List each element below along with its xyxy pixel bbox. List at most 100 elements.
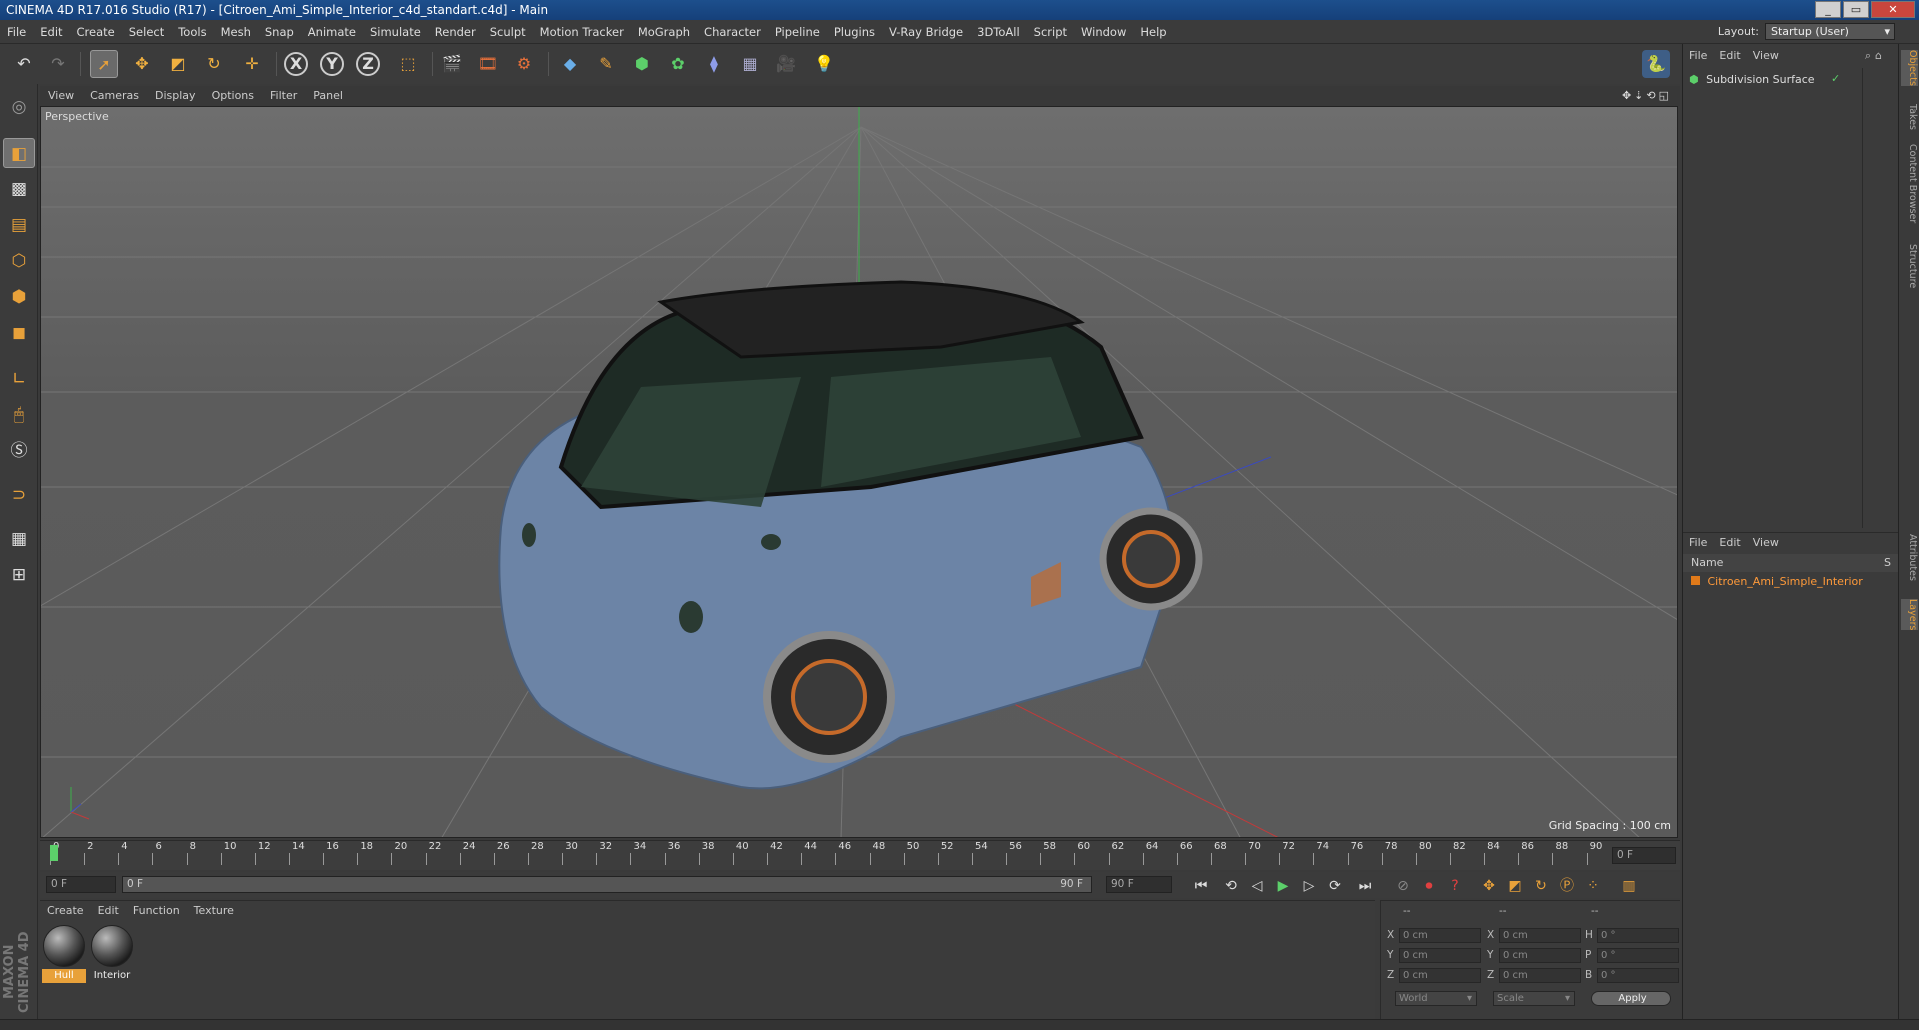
next-key-icon[interactable]: ⟳ <box>1324 875 1346 897</box>
objects-menu-edit[interactable]: Edit <box>1713 46 1746 66</box>
object-row[interactable]: ⬢ Subdivision Surface <box>1689 72 1815 88</box>
previous-key-icon[interactable]: ⟲ <box>1220 875 1242 897</box>
tweak-mode-icon[interactable]: 🖱 <box>3 400 35 430</box>
make-editable-icon[interactable]: ◎ <box>3 92 35 122</box>
previous-frame-icon[interactable]: ◁ <box>1246 875 1268 897</box>
axis-mode-icon[interactable]: ∟ <box>3 364 35 394</box>
workplane-lock-icon[interactable]: ▦ <box>3 524 35 554</box>
material-menu-texture[interactable]: Texture <box>187 901 241 921</box>
menu-tools[interactable]: Tools <box>171 20 213 44</box>
layers-menu-edit[interactable]: Edit <box>1713 533 1746 553</box>
snap-icon[interactable]: Ⓢ <box>3 436 35 466</box>
objects-menu-file[interactable]: File <box>1683 46 1713 66</box>
viewport-menu-cameras[interactable]: Cameras <box>82 86 147 106</box>
menu-sculpt[interactable]: Sculpt <box>483 20 533 44</box>
tab-structure[interactable]: Structure <box>1901 244 1918 288</box>
maximize-button[interactable]: ▭ <box>1843 1 1869 18</box>
tab-content-browser[interactable]: Content Browser <box>1901 144 1918 223</box>
go-to-start-icon[interactable]: ⏮ <box>1190 875 1212 897</box>
render-settings-icon[interactable]: ⚙ <box>510 50 538 78</box>
viewport-menu-view[interactable]: View <box>40 86 82 106</box>
keyframe-icon[interactable]: ⊘ <box>1392 875 1414 897</box>
timeline-window-icon[interactable]: ▥ <box>1618 875 1640 897</box>
key-param-icon[interactable]: Ⓟ <box>1556 875 1578 897</box>
rotation-b-field[interactable]: 0 ° <box>1597 968 1679 983</box>
rotation-p-field[interactable]: 0 ° <box>1597 948 1679 963</box>
model-mode-icon[interactable]: ◧ <box>3 138 35 168</box>
objects-menu-view[interactable]: View <box>1747 46 1785 66</box>
menu-create[interactable]: Create <box>70 20 122 44</box>
play-icon[interactable]: ▶ <box>1272 875 1294 897</box>
menu-select[interactable]: Select <box>122 20 171 44</box>
menu-vray-bridge[interactable]: V-Ray Bridge <box>882 20 970 44</box>
magnet-icon[interactable]: ⊃ <box>3 480 35 510</box>
record-icon[interactable]: ⏺ <box>1418 875 1440 897</box>
render-to-picture-viewer-icon[interactable]: 🎞 <box>474 50 502 78</box>
grid-snap-icon[interactable]: ⊞ <box>3 560 35 590</box>
scale-tool-icon[interactable]: ◩ <box>164 50 192 78</box>
autokey-icon[interactable]: ? <box>1444 875 1466 897</box>
tab-takes[interactable]: Takes <box>1901 104 1918 130</box>
position-z-field[interactable]: 0 cm <box>1399 968 1481 983</box>
checkmark-icon[interactable]: ✓ <box>1831 72 1840 85</box>
points-mode-icon[interactable]: ⬡ <box>3 246 35 276</box>
live-selection-icon[interactable]: ➚ <box>90 50 118 78</box>
menu-motion-tracker[interactable]: Motion Tracker <box>533 20 631 44</box>
viewport-menu-options[interactable]: Options <box>204 86 262 106</box>
scale-y-field[interactable]: 0 cm <box>1499 948 1581 963</box>
menu-help[interactable]: Help <box>1133 20 1173 44</box>
move-tool-icon[interactable]: ✥ <box>128 50 156 78</box>
menu-window[interactable]: Window <box>1074 20 1133 44</box>
subdivision-surface-icon[interactable]: ⬢ <box>628 50 656 78</box>
menu-animate[interactable]: Animate <box>301 20 363 44</box>
deformer-icon[interactable]: ⧫ <box>700 50 728 78</box>
menu-simulate[interactable]: Simulate <box>363 20 428 44</box>
python-icon[interactable]: 🐍 <box>1642 50 1670 78</box>
menu-edit[interactable]: Edit <box>33 20 69 44</box>
minimize-button[interactable]: _ <box>1815 1 1841 18</box>
redo-button[interactable]: ↷ <box>44 50 72 78</box>
material-menu-function[interactable]: Function <box>126 901 187 921</box>
material-menu-create[interactable]: Create <box>40 901 91 921</box>
menu-pipeline[interactable]: Pipeline <box>768 20 827 44</box>
current-frame-field[interactable]: 0 F <box>1612 847 1676 864</box>
tab-attributes[interactable]: Attributes <box>1901 534 1918 581</box>
menu-mograph[interactable]: MoGraph <box>631 20 697 44</box>
y-axis-lock-button[interactable]: Y <box>320 52 344 76</box>
material-menu-edit[interactable]: Edit <box>91 901 126 921</box>
render-view-icon[interactable]: 🎬 <box>438 50 466 78</box>
transform-tool-icon[interactable]: ✛ <box>238 50 266 78</box>
scale-x-field[interactable]: 0 cm <box>1499 928 1581 943</box>
menu-snap[interactable]: Snap <box>258 20 301 44</box>
polygons-mode-icon[interactable]: ◼ <box>3 318 35 348</box>
close-button[interactable]: ✕ <box>1871 1 1915 18</box>
light-icon[interactable]: 💡 <box>810 50 838 78</box>
camera-icon[interactable]: 🎥 <box>772 50 800 78</box>
undo-button[interactable]: ↶ <box>10 50 38 78</box>
car-model[interactable] <box>498 280 1203 790</box>
layer-row[interactable]: Citroen_Ami_Simple_Interior <box>1691 574 1863 590</box>
position-x-field[interactable]: 0 cm <box>1399 928 1481 943</box>
layers-menu-view[interactable]: View <box>1747 533 1785 553</box>
go-to-end-icon[interactable]: ⏭ <box>1354 875 1376 897</box>
viewport-nav-icons[interactable]: ✥⇣⟲◱ <box>1622 86 1672 106</box>
next-frame-icon[interactable]: ▷ <box>1298 875 1320 897</box>
key-position-icon[interactable]: ✥ <box>1478 875 1500 897</box>
cloner-icon[interactable]: ✿ <box>664 50 692 78</box>
frame-range-slider[interactable]: 0 F 90 F <box>122 876 1092 893</box>
viewport-menu-filter[interactable]: Filter <box>262 86 305 106</box>
floor-scene-icon[interactable]: ▦ <box>736 50 764 78</box>
edges-mode-icon[interactable]: ⬢ <box>3 282 35 312</box>
coordinate-system-icon[interactable]: ⬚ <box>394 50 422 78</box>
layers-menu-file[interactable]: File <box>1683 533 1713 553</box>
rotation-h-field[interactable]: 0 ° <box>1597 928 1679 943</box>
search-icon[interactable]: ⌕⌂ <box>1859 46 1892 66</box>
menu-render[interactable]: Render <box>428 20 483 44</box>
menu-character[interactable]: Character <box>697 20 768 44</box>
menu-plugins[interactable]: Plugins <box>827 20 882 44</box>
pen-spline-icon[interactable]: ✎ <box>592 50 620 78</box>
rotate-tool-icon[interactable]: ↻ <box>200 50 228 78</box>
texture-mode-icon[interactable]: ▩ <box>3 174 35 204</box>
coordinate-mode-select[interactable]: World ▾ <box>1395 991 1477 1006</box>
playhead-marker[interactable] <box>50 845 58 861</box>
